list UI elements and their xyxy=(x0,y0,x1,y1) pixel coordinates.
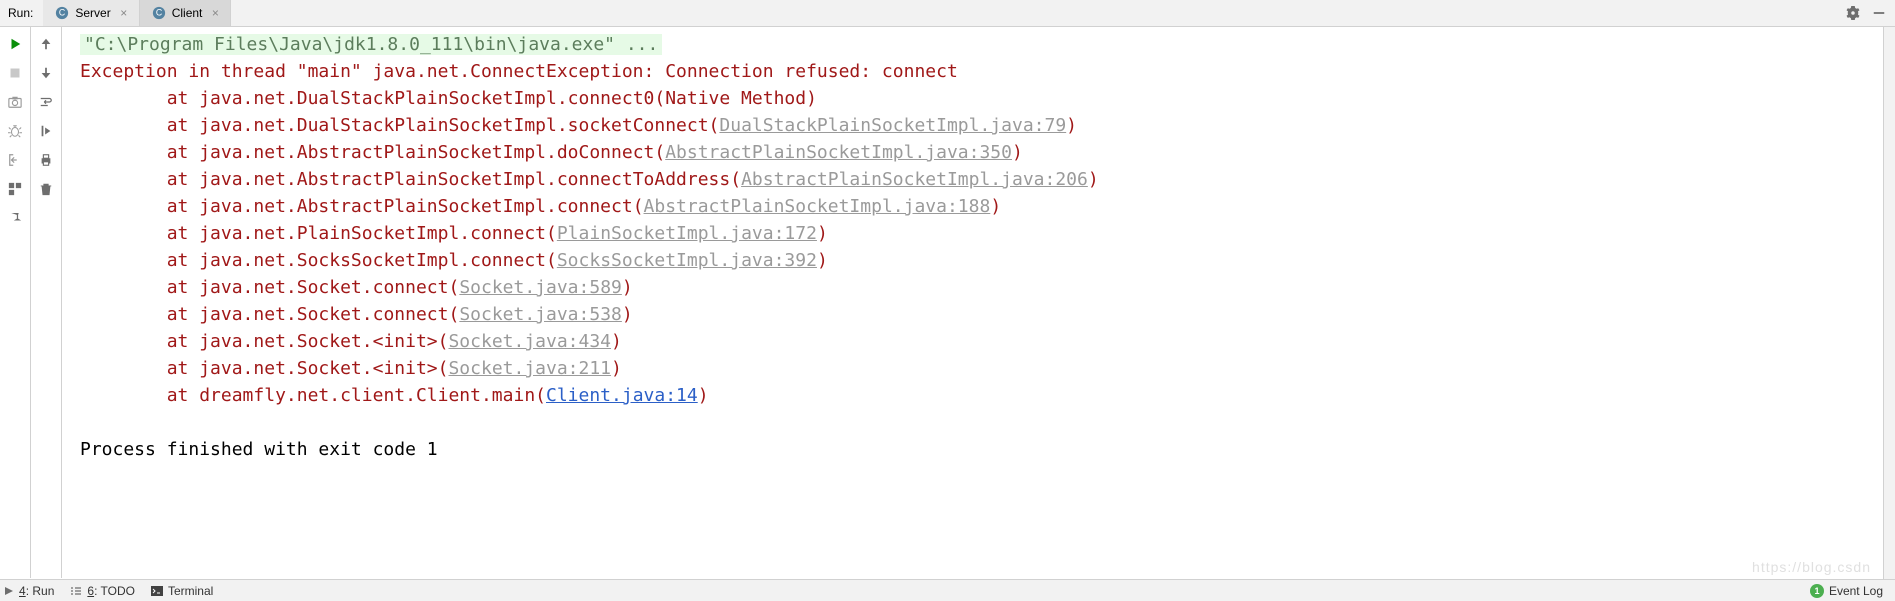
layout-icon[interactable] xyxy=(6,180,24,198)
down-arrow-icon[interactable] xyxy=(37,64,55,82)
minimize-icon[interactable] xyxy=(1871,5,1887,21)
run-tabs: C Server × C Client × xyxy=(43,0,231,26)
status-bar: 4: Run 6: TODO Terminal 1 Event Log xyxy=(0,579,1895,601)
main-area: "C:\Program Files\Java\jdk1.8.0_111\bin\… xyxy=(0,27,1895,578)
stack-link[interactable]: Socket.java:589 xyxy=(459,277,622,298)
command-line: "C:\Program Files\Java\jdk1.8.0_111\bin\… xyxy=(80,34,662,55)
camera-icon[interactable] xyxy=(6,93,24,111)
svg-text:C: C xyxy=(59,8,65,18)
tab-server-label: Server xyxy=(75,6,110,20)
java-class-icon: C xyxy=(152,6,166,20)
java-class-icon: C xyxy=(55,6,69,20)
event-log[interactable]: 1 Event Log xyxy=(1810,584,1883,598)
right-tool-strip[interactable]: en xyxy=(1883,27,1895,579)
stack-link[interactable]: AbstractPlainSocketImpl.java:206 xyxy=(741,169,1088,190)
rerun-icon[interactable] xyxy=(6,35,24,53)
exception-line: Exception in thread "main" java.net.Conn… xyxy=(80,61,958,82)
stack-link[interactable]: SocksSocketImpl.java:392 xyxy=(557,250,817,271)
scroll-to-end-icon[interactable] xyxy=(37,122,55,140)
svg-text:C: C xyxy=(156,8,162,18)
gear-icon[interactable] xyxy=(1845,5,1861,21)
event-badge: 1 xyxy=(1810,584,1824,598)
toolwindow-actions xyxy=(1845,5,1895,21)
stack-link[interactable]: Client.java:14 xyxy=(546,385,698,406)
left-gutter-2 xyxy=(31,27,62,578)
bottom-run[interactable]: 4: Run xyxy=(4,584,54,598)
stack-link[interactable]: Socket.java:538 xyxy=(459,304,622,325)
exit-icon[interactable] xyxy=(6,151,24,169)
stack-link[interactable]: DualStackPlainSocketImpl.java:79 xyxy=(719,115,1066,136)
up-arrow-icon[interactable] xyxy=(37,35,55,53)
run-label: Run: xyxy=(0,0,43,26)
print-icon[interactable] xyxy=(37,151,55,169)
pin-icon[interactable] xyxy=(6,209,24,227)
tab-client[interactable]: C Client × xyxy=(140,0,232,26)
bottom-right: 1 Event Log xyxy=(1810,584,1895,598)
tab-server[interactable]: C Server × xyxy=(43,0,139,26)
trash-icon[interactable] xyxy=(37,180,55,198)
bottom-terminal[interactable]: Terminal xyxy=(151,584,213,598)
soft-wrap-icon[interactable] xyxy=(37,93,55,111)
exit-line: Process finished with exit code 1 xyxy=(80,439,438,460)
stop-icon[interactable] xyxy=(6,64,24,82)
stack-link[interactable]: AbstractPlainSocketImpl.java:188 xyxy=(644,196,991,217)
bug-icon[interactable] xyxy=(6,122,24,140)
stack-link[interactable]: PlainSocketImpl.java:172 xyxy=(557,223,817,244)
stack-link[interactable]: Socket.java:211 xyxy=(448,358,611,379)
bottom-todo[interactable]: 6: TODO xyxy=(70,584,135,598)
run-toolwindow-header: Run: C Server × C Client × xyxy=(0,0,1895,27)
console-output[interactable]: "C:\Program Files\Java\jdk1.8.0_111\bin\… xyxy=(62,27,1885,578)
stack-link[interactable]: Socket.java:434 xyxy=(448,331,611,352)
left-gutter-1 xyxy=(0,27,31,578)
stack-link[interactable]: AbstractPlainSocketImpl.java:350 xyxy=(665,142,1012,163)
close-icon[interactable]: × xyxy=(117,6,131,20)
tab-client-label: Client xyxy=(172,6,203,20)
stack-trace: at java.net.DualStackPlainSocketImpl.con… xyxy=(80,88,1099,406)
close-icon[interactable]: × xyxy=(208,6,222,20)
